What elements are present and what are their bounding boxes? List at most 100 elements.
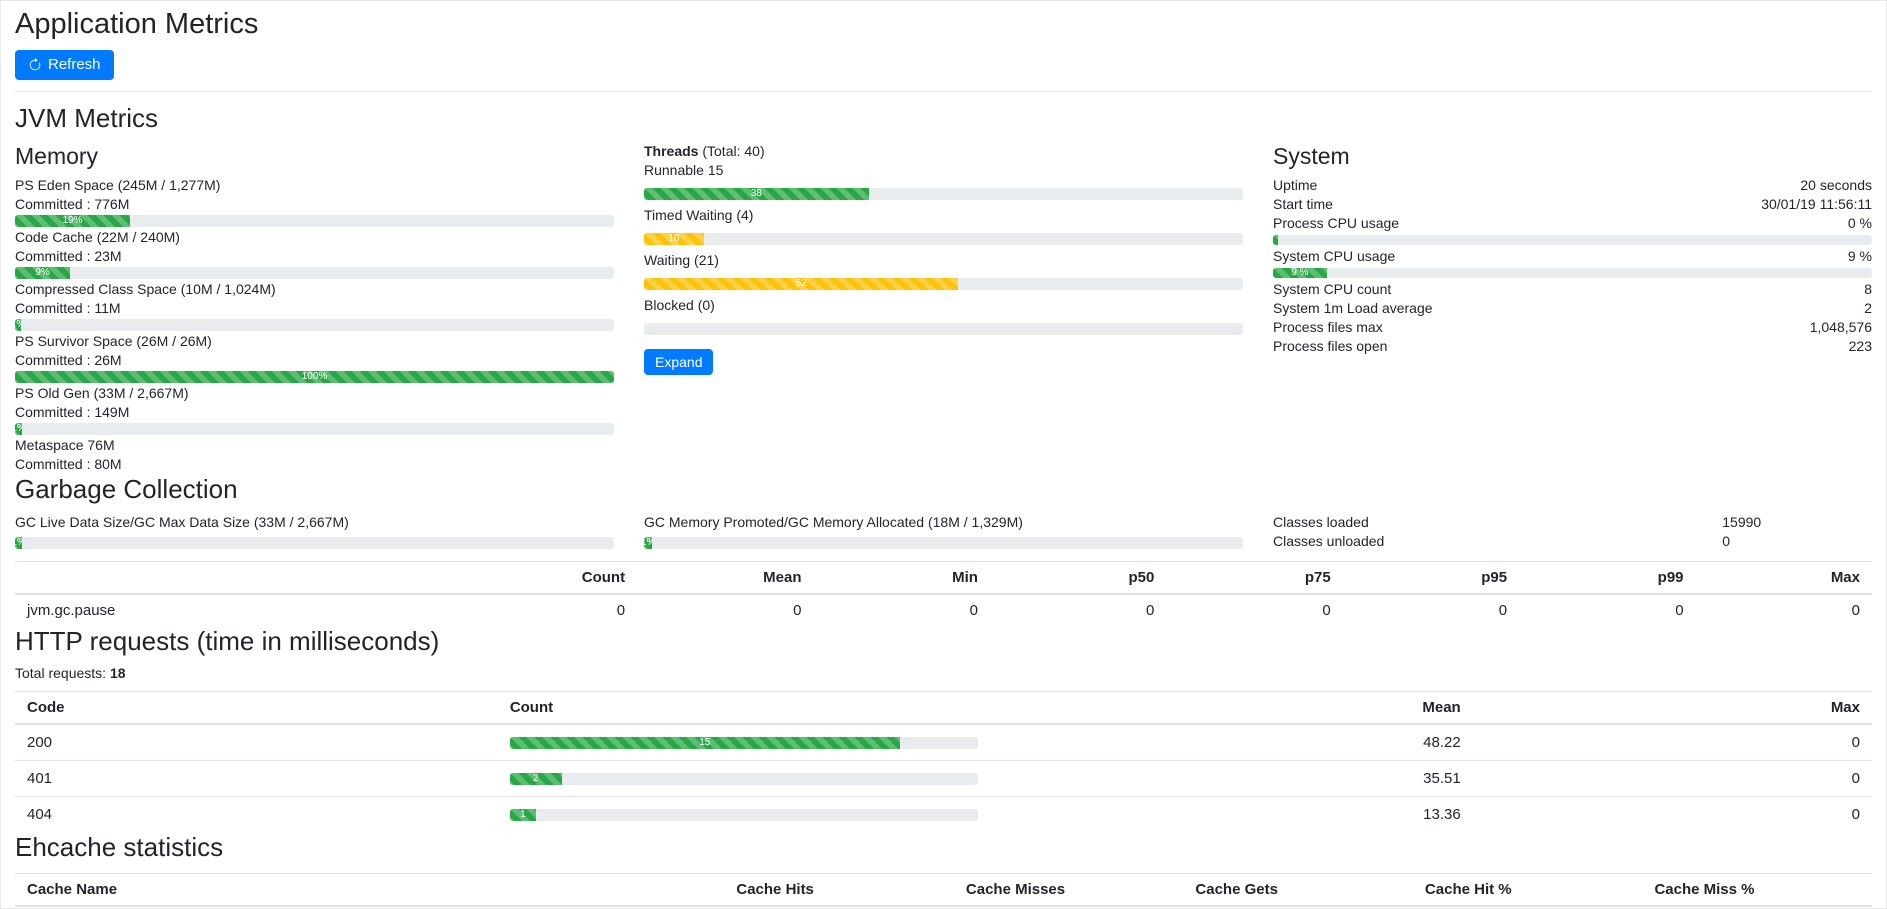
http-max: 0 (1473, 724, 1872, 761)
system-row-label: Uptime (1273, 176, 1317, 195)
thread-progress-bar: 38 (644, 188, 869, 200)
memory-label: Metaspace 76M (15, 436, 614, 455)
memory-label: PS Old Gen (33M / 2,667M) (15, 384, 614, 403)
gc-table-header-max: Max (1696, 561, 1872, 594)
gc-table-header-p75: p75 (1166, 561, 1342, 594)
http-count-cell: 1 (498, 797, 990, 833)
memory-item: Metaspace 76M Committed : 80M (15, 436, 614, 474)
system-row-label: Process files open (1273, 337, 1387, 356)
system-row-value: 1,048,576 (1810, 318, 1872, 337)
process-cpu-progress-bar (1273, 235, 1278, 245)
memory-item: PS Eden Space (245M / 1,277M) Committed … (15, 176, 614, 227)
system-row: Process files max 1,048,576 (1273, 318, 1872, 337)
http-table-header-mean: Mean (990, 692, 1473, 725)
threads-heading: Threads (Total: 40) (644, 142, 1243, 161)
memory-item: PS Old Gen (33M / 2,667M) Committed : 14… (15, 384, 614, 435)
memory-label: Compressed Class Space (10M / 1,024M) (15, 280, 614, 299)
memory-progress-track: 1% (15, 423, 614, 435)
system-row-value: 8 (1864, 280, 1872, 299)
memory-committed: Committed : 149M (15, 403, 614, 422)
thread-item: Waiting (21) 52 (644, 251, 1243, 290)
process-cpu-progress-track (1273, 235, 1872, 245)
refresh-button-label: Refresh (48, 56, 101, 74)
classes-loaded-row: Classes loaded 15990 (1273, 513, 1872, 532)
gc-table-header-mean: Mean (637, 561, 813, 594)
memory-label: Code Cache (22M / 240M) (15, 228, 614, 247)
gc-table-header-p50: p50 (990, 561, 1166, 594)
memory-progress-track: 19% (15, 215, 614, 227)
ehcache-heading: Ehcache statistics (15, 832, 1872, 863)
gc-promoted-label: GC Memory Promoted/GC Memory Allocated (… (644, 513, 1243, 532)
system-row: Process files open 223 (1273, 337, 1872, 356)
memory-item: Compressed Class Space (10M / 1,024M) Co… (15, 280, 614, 331)
gc-table-header-row: Count Mean Min p50 p75 p95 p99 Max (15, 561, 1872, 594)
system-heading: System (1273, 142, 1872, 171)
system-row: Uptime 20 seconds (1273, 176, 1872, 195)
memory-label: PS Survivor Space (26M / 26M) (15, 332, 614, 351)
memory-committed: Committed : 776M (15, 195, 614, 214)
classes-loaded-label: Classes loaded (1273, 513, 1722, 532)
classes-unloaded-row: Classes unloaded 0 (1273, 532, 1872, 551)
memory-committed: Committed : 23M (15, 247, 614, 266)
gc-row: GC Live Data Size/GC Max Data Size (33M … (15, 513, 1872, 551)
ehcache-header-cache-gets: Cache Gets (1183, 874, 1413, 907)
refresh-icon (28, 58, 42, 72)
http-count-cell: 2 (498, 761, 990, 797)
gc-live-data-progress-bar: 1% (15, 537, 22, 549)
gc-pause-p95: 0 (1343, 594, 1519, 626)
system-cpu-progress-bar: 9 % (1273, 268, 1327, 278)
memory-label: PS Eden Space (245M / 1,277M) (15, 176, 614, 195)
thread-item: Timed Waiting (4) 10 (644, 206, 1243, 245)
expand-button[interactable]: Expand (644, 349, 713, 375)
http-table-header-row: Code Count Mean Max (15, 692, 1872, 725)
system-row-label: Process CPU usage (1273, 214, 1399, 233)
gc-table-header-p95: p95 (1343, 561, 1519, 594)
gc-pause-name: jvm.gc.pause (15, 594, 461, 626)
gc-promoted-block: GC Memory Promoted/GC Memory Allocated (… (644, 513, 1243, 551)
gc-pause-p99: 0 (1519, 594, 1695, 626)
memory-heading: Memory (15, 142, 614, 171)
http-count-progress-bar: 2 (510, 773, 562, 785)
http-code: 401 (15, 761, 498, 797)
thread-progress-track: 52 (644, 278, 1243, 290)
http-max: 0 (1473, 797, 1872, 833)
http-count-progress-track: 15 (510, 737, 978, 749)
http-count-cell: 15 (498, 724, 990, 761)
gc-pause-p75: 0 (1166, 594, 1342, 626)
system-row-value: 0 % (1848, 214, 1872, 233)
http-table-header-code: Code (15, 692, 498, 725)
system-row-label: Start time (1273, 195, 1333, 214)
http-row-401: 401 2 35.51 0 (15, 761, 1872, 797)
http-code: 200 (15, 724, 498, 761)
ehcache-header-cache-hits: Cache Hits (724, 874, 954, 907)
ehcache-table: Cache Name Cache Hits Cache Misses Cache… (15, 873, 1872, 907)
gc-table-header-count: Count (461, 561, 637, 594)
thread-label: Runnable 15 (644, 161, 1243, 180)
http-count-progress-track: 1 (510, 809, 978, 821)
system-row-value: 30/01/19 11:56:11 (1761, 195, 1872, 214)
gc-table-header (15, 561, 461, 594)
system-row-label: Process files max (1273, 318, 1383, 337)
thread-item: Runnable 15 38 (644, 161, 1243, 200)
gc-live-data-block: GC Live Data Size/GC Max Data Size (33M … (15, 513, 614, 551)
system-row: System CPU usage 9 % (1273, 247, 1872, 266)
system-row-value: 223 (1849, 337, 1872, 356)
gc-live-data-progress-track: 1% (15, 537, 614, 549)
memory-progress-bar: 19% (15, 215, 130, 227)
ehcache-header-cache-miss-pct: Cache Miss % (1642, 874, 1872, 907)
http-row-200: 200 15 48.22 0 (15, 724, 1872, 761)
http-row-404: 404 1 13.36 0 (15, 797, 1872, 833)
http-mean: 48.22 (990, 724, 1473, 761)
thread-label: Waiting (21) (644, 251, 1243, 270)
http-requests-table: Code Count Mean Max 200 15 48.22 0 401 (15, 691, 1872, 832)
memory-progress-bar: 1% (15, 423, 22, 435)
refresh-button[interactable]: Refresh (15, 50, 114, 80)
ehcache-header-cache-name: Cache Name (15, 874, 724, 907)
memory-item: PS Survivor Space (26M / 26M) Committed … (15, 332, 614, 383)
memory-item: Code Cache (22M / 240M) Committed : 23M … (15, 228, 614, 279)
memory-column: Memory PS Eden Space (245M / 1,277M) Com… (15, 142, 614, 474)
gc-promoted-progress-track: 1% (644, 537, 1243, 549)
system-row: Start time 30/01/19 11:56:11 (1273, 195, 1872, 214)
http-mean: 13.36 (990, 797, 1473, 833)
total-requests-label: Total requests: (15, 665, 106, 681)
